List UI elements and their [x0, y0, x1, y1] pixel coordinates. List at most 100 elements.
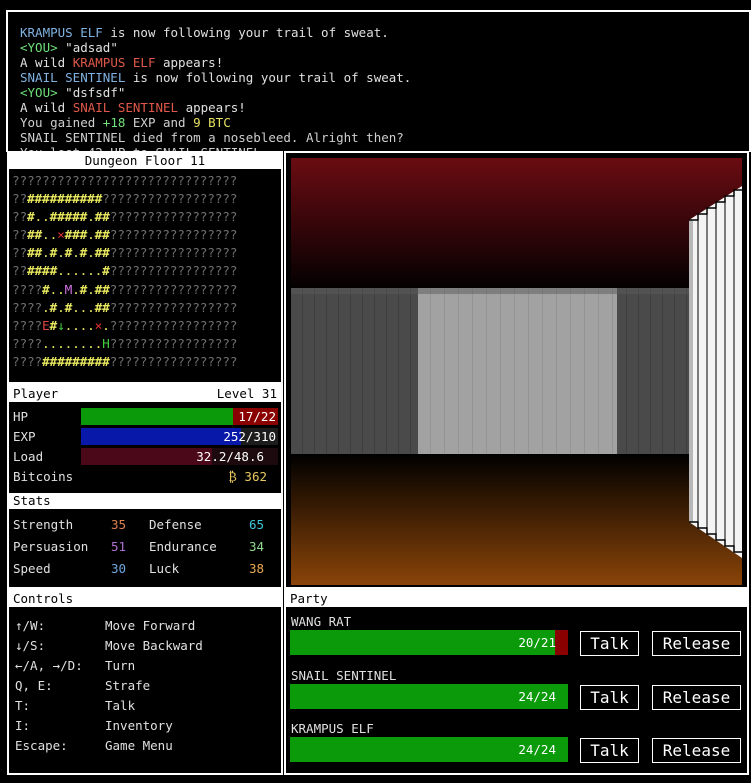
controls-panel: Controls ↑/W: Move Forward ↓/S: Move Backwa…	[7, 589, 283, 775]
exp-bar-fill	[81, 428, 242, 445]
dungeon-map-grid: ?????????????????????????????? ??########…	[12, 173, 237, 372]
party-member-hp-bar-krampus-elf: 24/24	[290, 737, 568, 762]
message-log-lines: KRAMPUS ELF is now following your trail …	[20, 25, 411, 152]
stat-label-strength: Strength	[13, 517, 74, 532]
bitcoins-value: ₿ 362	[228, 469, 267, 484]
party-member-hp-fill	[290, 630, 555, 655]
control-action: Inventory	[105, 718, 173, 733]
party-member-name-krampus-elf: KRAMPUS ELF	[291, 721, 374, 736]
party-member-hp-bar-snail-sentinel: 24/24	[290, 683, 568, 709]
log-segment: +18	[102, 115, 126, 130]
log-line: KRAMPUS ELF is now following your trail …	[20, 25, 411, 40]
stat-label-persuasion: Persuasion	[13, 539, 89, 554]
exp-value: 252/310	[223, 429, 276, 444]
control-action: Move Backward	[105, 638, 203, 653]
log-segment: SNAIL SENTINEL	[72, 100, 179, 115]
party-member-hp-value: 24/24	[518, 688, 556, 704]
map-row: ????#..M.#.##?????????????????	[12, 282, 238, 298]
log-line: <YOU> "adsad"	[20, 40, 411, 55]
control-row: ↓/S: Move Backward	[15, 636, 203, 656]
log-line: SNAIL SENTINEL is now following your tra…	[20, 70, 411, 85]
control-key: ←/A, →/D:	[15, 658, 83, 673]
map-row: ????.#.#...##?????????????????	[12, 300, 238, 316]
release-button-snail-sentinel[interactable]: Release	[652, 684, 741, 710]
stat-label-defense: Defense	[149, 517, 202, 532]
wall-far-right	[617, 288, 697, 454]
control-key: Escape:	[15, 738, 68, 753]
control-key: Q, E:	[15, 678, 53, 693]
stat-label-luck: Luck	[149, 561, 180, 576]
party-member-name-wang-rat: WANG RAT	[291, 614, 352, 629]
talk-button-krampus-elf[interactable]: Talk	[580, 738, 639, 763]
log-segment: 9 BTC	[193, 115, 231, 130]
party-member-hp-value: 24/24	[518, 742, 556, 757]
hp-bar-fill	[81, 408, 234, 425]
log-line: SNAIL SENTINEL died from a nosebleed. Al…	[20, 130, 411, 145]
stat-value-strength: 35	[111, 517, 127, 532]
map-row: ??##..×###.##?????????????????	[12, 228, 238, 244]
exp-label: EXP	[13, 429, 36, 444]
log-segment: SNAIL SENTINEL	[20, 70, 126, 85]
log-segment: "dsfsdf"	[57, 85, 126, 100]
release-button-wang-rat[interactable]: Release	[652, 631, 741, 656]
log-segment: is now following your trail of sweat.	[125, 70, 412, 85]
log-segment: EXP and	[125, 115, 194, 130]
wall-front	[418, 288, 617, 454]
talk-button-snail-sentinel[interactable]: Talk	[580, 684, 639, 710]
talk-button-wang-rat[interactable]: Talk	[580, 631, 639, 656]
load-label: Load	[13, 449, 44, 464]
control-key: ↑/W:	[15, 618, 46, 633]
log-segment: <YOU>	[20, 85, 58, 100]
hp-label: HP	[13, 409, 29, 424]
floor	[291, 454, 742, 585]
log-segment: <YOU>	[20, 40, 58, 55]
map-row: ????........H?????????????????	[12, 336, 238, 352]
load-value: 32.2/48.6	[196, 449, 264, 464]
release-button-krampus-elf[interactable]: Release	[652, 738, 741, 763]
message-log: KRAMPUS ELF is now following your trail …	[6, 10, 751, 152]
log-segment: "adsad"	[57, 40, 118, 55]
control-row: Q, E: Strafe	[15, 676, 150, 696]
bitcoins-label: Bitcoins	[13, 469, 74, 484]
dungeon-scene-svg	[291, 158, 742, 585]
stat-value-speed: 30	[111, 561, 127, 576]
log-segment: appears!	[155, 55, 224, 70]
party-panel: Party WANG RAT 20/21 Talk Release SNAIL SENT…	[284, 589, 749, 775]
dungeon-scene	[291, 158, 742, 585]
log-segment: KRAMPUS ELF	[72, 55, 156, 70]
hp-value: 17/22	[238, 409, 276, 424]
control-action: Strafe	[105, 678, 151, 693]
ceiling	[291, 158, 742, 293]
control-key: T:	[15, 698, 31, 713]
player-panel: Player Level 31 HP 17/22 EXP 252/310 Loa…	[7, 384, 283, 589]
control-row: ←/A, →/D: Turn	[15, 656, 135, 676]
hp-bar: 17/22	[81, 408, 278, 425]
map-row: ????E#↓....×.?????????????????	[12, 318, 238, 334]
stat-value-luck: 38	[249, 561, 265, 576]
control-row: Escape: Game Menu	[15, 736, 173, 756]
party-member-name-snail-sentinel: SNAIL SENTINEL	[291, 667, 397, 683]
stats-title: Stats	[9, 493, 281, 509]
log-segment: KRAMPUS ELF	[20, 25, 103, 40]
player-level: Level 31	[216, 386, 277, 401]
log-segment: A wild	[20, 55, 73, 70]
log-segment: appears!	[178, 100, 246, 115]
stat-label-endurance: Endurance	[149, 539, 217, 554]
control-row: ↑/W: Move Forward	[15, 616, 195, 636]
control-action: Move Forward	[105, 618, 196, 633]
log-line: A wild SNAIL SENTINEL appears!	[20, 100, 411, 115]
stat-value-persuasion: 51	[111, 539, 127, 554]
stat-value-defense: 65	[249, 517, 265, 532]
log-line: You gained +18 EXP and 9 BTC	[20, 115, 411, 130]
stat-value-endurance: 34	[249, 539, 265, 554]
log-line: A wild KRAMPUS ELF appears!	[20, 55, 411, 70]
player-title: Player	[13, 386, 59, 401]
load-bar: 32.2/48.6	[81, 448, 278, 465]
map-title: Dungeon Floor 11	[9, 153, 281, 169]
control-key: I:	[15, 718, 31, 733]
first-person-view	[284, 151, 749, 589]
map-row: ??#..#####.##?????????????????	[12, 210, 238, 226]
stat-label-speed: Speed	[13, 561, 51, 576]
controls-title: Controls	[9, 591, 281, 607]
control-action: Talk	[105, 698, 136, 713]
